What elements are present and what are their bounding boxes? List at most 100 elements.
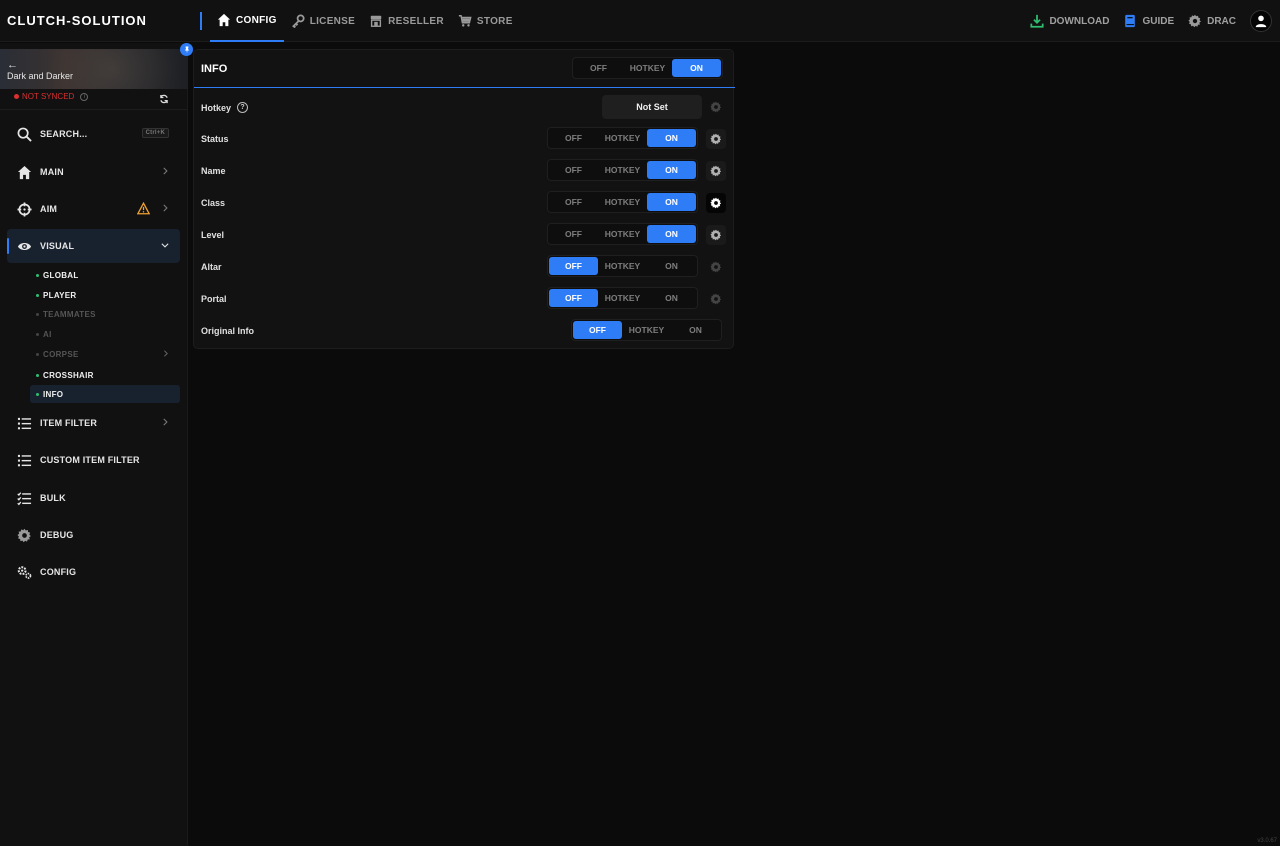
download-button[interactable]: DOWNLOAD [1030, 14, 1109, 28]
status-dot [36, 352, 39, 356]
game-title: Dark and Darker [7, 71, 74, 81]
status-row-label: Status [201, 134, 229, 144]
hotkey-settings-button[interactable] [706, 97, 726, 117]
tab-reseller[interactable]: RESELLER [362, 0, 451, 42]
sidebar-item-config[interactable]: CONFIG [7, 555, 180, 589]
toggle-on[interactable]: ON [647, 129, 696, 147]
tab-store[interactable]: STORE [451, 0, 520, 42]
toggle-hotkey[interactable]: HOTKEY [623, 59, 672, 77]
top-right-actions: DOWNLOAD GUIDE DRAC [1030, 0, 1272, 42]
toggle-off[interactable]: OFF [549, 289, 598, 307]
sidebar-item-main[interactable]: MAIN [7, 155, 180, 189]
toggle-on[interactable]: ON [647, 193, 696, 211]
altar-settings-button[interactable] [706, 257, 726, 277]
subitem-label: TEAMMATES [43, 309, 96, 319]
search-input[interactable]: SEARCH... Ctrl+K [7, 117, 180, 151]
subitem-label: GLOBAL [43, 270, 79, 280]
tab-config-label: CONFIG [236, 14, 277, 26]
pin-icon[interactable] [180, 43, 193, 56]
class-settings-button[interactable] [706, 193, 726, 213]
sync-status: NOT SYNCED i [14, 92, 89, 101]
help-icon[interactable]: ? [237, 102, 249, 113]
game-banner[interactable]: ← Dark and Darker [0, 49, 188, 89]
guide-button[interactable]: GUIDE [1123, 14, 1174, 28]
sidebar-subitem-corpse[interactable]: CORPSE [30, 345, 180, 363]
toggle-off[interactable]: OFF [549, 161, 598, 179]
sidebar-item-label: MAIN [40, 167, 64, 177]
sidebar-subitem-player[interactable]: PLAYER [30, 286, 180, 304]
toggle-hotkey[interactable]: HOTKEY [598, 193, 647, 211]
gear-icon [710, 197, 722, 209]
toggle-on[interactable]: ON [647, 257, 696, 275]
sidebar-item-custom-item-filter[interactable]: CUSTOM ITEM FILTER [7, 443, 180, 477]
toggle-hotkey[interactable]: HOTKEY [598, 289, 647, 307]
toggle-off[interactable]: OFF [549, 129, 598, 147]
hotkey-button[interactable]: Not Set [602, 95, 702, 119]
back-arrow-icon[interactable]: ← [7, 59, 18, 71]
master-toggle: OFF HOTKEY ON [572, 57, 723, 79]
top-nav: CONFIG LICENSE RESELLER STORE [210, 0, 520, 42]
toggle-on[interactable]: ON [672, 59, 721, 77]
sidebar-item-label: CUSTOM ITEM FILTER [40, 455, 140, 465]
toggle-off[interactable]: OFF [573, 321, 622, 339]
refresh-icon[interactable] [159, 91, 169, 109]
name-settings-button[interactable] [706, 161, 726, 181]
sidebar-item-label: VISUAL [40, 241, 75, 251]
toggle-off[interactable]: OFF [549, 257, 598, 275]
sidebar-subitem-global[interactable]: GLOBAL [30, 266, 180, 284]
hotkey-row-label: Hotkey ? [201, 102, 249, 113]
toggle-off[interactable]: OFF [549, 225, 598, 243]
sidebar-item-debug[interactable]: DEBUG [7, 518, 180, 552]
home-icon [17, 165, 32, 179]
toggle-on[interactable]: ON [647, 161, 696, 179]
store-icon [370, 15, 382, 27]
toggle-off[interactable]: OFF [549, 193, 598, 211]
sidebar-divider [0, 109, 188, 110]
sidebar: ← Dark and Darker NOT SYNCED i SEARCH...… [0, 43, 193, 846]
user-icon [1255, 15, 1267, 28]
level-row-label: Level [201, 230, 225, 240]
subitem-label: CROSSHAIR [43, 370, 94, 380]
gears-icon [17, 565, 32, 579]
level-toggle: OFF HOTKEY ON [547, 223, 698, 245]
toggle-on[interactable]: ON [647, 225, 696, 243]
brand-logo[interactable]: CLUTCH-SOLUTION [7, 13, 147, 28]
level-settings-button[interactable] [706, 225, 726, 245]
status-settings-button[interactable] [706, 129, 726, 149]
sidebar-subitem-teammates[interactable]: TEAMMATES [30, 305, 180, 323]
gear-icon [710, 229, 722, 241]
sidebar-subitem-crosshair[interactable]: CROSSHAIR [30, 366, 180, 384]
altar-toggle: OFF HOTKEY ON [547, 255, 698, 277]
guide-label: GUIDE [1142, 15, 1175, 27]
toggle-hotkey[interactable]: HOTKEY [598, 257, 647, 275]
toggle-hotkey[interactable]: HOTKEY [598, 225, 647, 243]
gear-icon [1188, 14, 1202, 28]
avatar[interactable] [1250, 10, 1272, 32]
sidebar-item-aim[interactable]: AIM [7, 192, 180, 226]
user-name: DRAC [1207, 15, 1236, 27]
tab-config[interactable]: CONFIG [210, 0, 284, 42]
toggle-hotkey[interactable]: HOTKEY [598, 129, 647, 147]
sidebar-item-visual[interactable]: VISUAL [7, 229, 180, 263]
user-settings-button[interactable]: DRAC [1188, 14, 1236, 28]
portal-settings-button[interactable] [706, 289, 726, 309]
list-icon [17, 417, 32, 429]
sidebar-item-label: ITEM FILTER [40, 418, 98, 428]
toggle-off[interactable]: OFF [574, 59, 623, 77]
sidebar-subitem-ai[interactable]: AI [30, 325, 180, 343]
toggle-on[interactable]: ON [647, 289, 696, 307]
sidebar-subitem-info[interactable]: INFO [30, 385, 180, 403]
portal-toggle: OFF HOTKEY ON [547, 287, 698, 309]
toggle-hotkey[interactable]: HOTKEY [622, 321, 671, 339]
hotkey-label: Hotkey [201, 102, 232, 113]
cart-icon [458, 15, 472, 27]
info-icon[interactable]: i [80, 92, 89, 101]
version-label: v3.0.67 [1257, 838, 1277, 844]
chevron-right-icon [163, 167, 168, 175]
sidebar-item-bulk[interactable]: BULK [7, 481, 180, 515]
toggle-on[interactable]: ON [671, 321, 720, 339]
sidebar-item-item-filter[interactable]: ITEM FILTER [7, 406, 180, 440]
tab-license[interactable]: LICENSE [284, 0, 362, 42]
toggle-hotkey[interactable]: HOTKEY [598, 161, 647, 179]
status-dot [36, 293, 39, 297]
